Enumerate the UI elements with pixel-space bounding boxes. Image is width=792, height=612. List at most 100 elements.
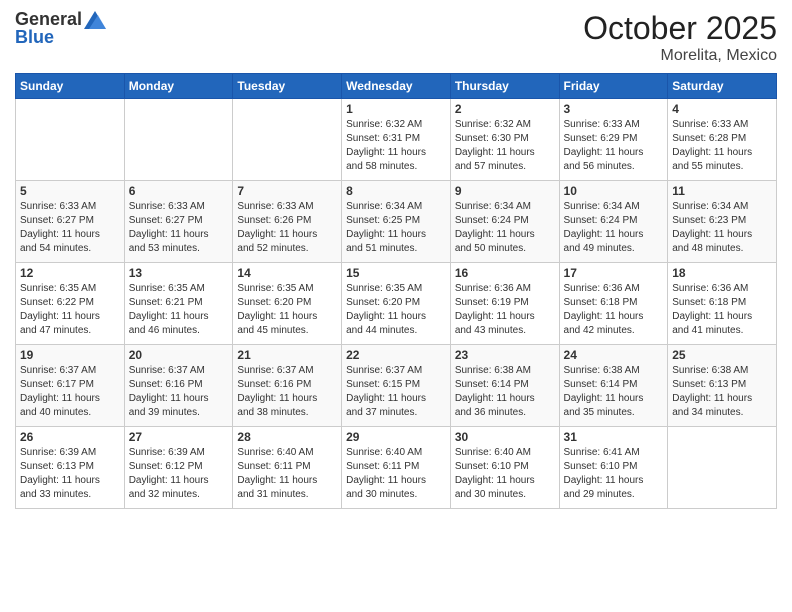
calendar-day-cell: 11Sunrise: 6:34 AMSunset: 6:23 PMDayligh… [668,181,777,263]
day-info-line: Sunset: 6:24 PM [564,214,664,228]
day-info-line: Sunset: 6:10 PM [455,460,555,474]
calendar-header-row: SundayMondayTuesdayWednesdayThursdayFrid… [16,74,777,99]
day-info-line: Sunset: 6:12 PM [129,460,229,474]
calendar-day-cell: 4Sunrise: 6:33 AMSunset: 6:28 PMDaylight… [668,99,777,181]
calendar-week-row: 1Sunrise: 6:32 AMSunset: 6:31 PMDaylight… [16,99,777,181]
day-info-line: Sunrise: 6:37 AM [237,364,337,378]
calendar-day-cell: 8Sunrise: 6:34 AMSunset: 6:25 PMDaylight… [342,181,451,263]
day-info-line: and 37 minutes. [346,406,446,420]
day-number: 22 [346,348,446,362]
day-info-line: Daylight: 11 hours [346,310,446,324]
day-info-line: Sunset: 6:31 PM [346,132,446,146]
calendar-day-cell: 2Sunrise: 6:32 AMSunset: 6:30 PMDaylight… [450,99,559,181]
day-info-line: Sunrise: 6:32 AM [346,118,446,132]
day-info-line: Sunrise: 6:33 AM [129,200,229,214]
day-info-line: Sunset: 6:27 PM [20,214,120,228]
day-info-line: Sunrise: 6:40 AM [346,446,446,460]
calendar-week-row: 26Sunrise: 6:39 AMSunset: 6:13 PMDayligh… [16,427,777,509]
day-number: 3 [564,102,664,116]
day-info-line: Sunset: 6:11 PM [237,460,337,474]
day-info-line: and 46 minutes. [129,324,229,338]
calendar-day-cell: 12Sunrise: 6:35 AMSunset: 6:22 PMDayligh… [16,263,125,345]
day-info-line: Sunset: 6:11 PM [346,460,446,474]
day-info-line: Daylight: 11 hours [346,228,446,242]
day-info-line: Sunrise: 6:38 AM [455,364,555,378]
calendar-day-cell: 17Sunrise: 6:36 AMSunset: 6:18 PMDayligh… [559,263,668,345]
day-info-line: Daylight: 11 hours [672,146,772,160]
day-info-line: Sunrise: 6:34 AM [672,200,772,214]
day-info-line: Sunset: 6:23 PM [672,214,772,228]
day-info-line: Sunrise: 6:40 AM [455,446,555,460]
day-number: 12 [20,266,120,280]
day-info-line: Sunrise: 6:37 AM [20,364,120,378]
calendar-day-cell: 21Sunrise: 6:37 AMSunset: 6:16 PMDayligh… [233,345,342,427]
day-number: 7 [237,184,337,198]
day-info-line: and 30 minutes. [455,488,555,502]
calendar-day-header: Sunday [16,74,125,99]
day-info-line: and 40 minutes. [20,406,120,420]
calendar-day-cell: 5Sunrise: 6:33 AMSunset: 6:27 PMDaylight… [16,181,125,263]
day-info-line: Sunrise: 6:33 AM [564,118,664,132]
day-info-line: Daylight: 11 hours [20,310,120,324]
day-info-line: and 47 minutes. [20,324,120,338]
day-info-line: and 29 minutes. [564,488,664,502]
day-info-line: Sunrise: 6:36 AM [564,282,664,296]
day-number: 5 [20,184,120,198]
day-info-line: Sunrise: 6:35 AM [20,282,120,296]
day-number: 14 [237,266,337,280]
calendar-day-cell: 25Sunrise: 6:38 AMSunset: 6:13 PMDayligh… [668,345,777,427]
day-number: 20 [129,348,229,362]
day-info-line: and 51 minutes. [346,242,446,256]
day-info-line: Daylight: 11 hours [564,392,664,406]
day-info-line: Daylight: 11 hours [129,228,229,242]
day-info-line: Sunrise: 6:32 AM [455,118,555,132]
calendar-day-cell [668,427,777,509]
calendar-day-header: Tuesday [233,74,342,99]
day-number: 25 [672,348,772,362]
day-info-line: and 57 minutes. [455,160,555,174]
calendar-day-cell [124,99,233,181]
day-info-line: Sunrise: 6:36 AM [672,282,772,296]
day-info-line: Sunrise: 6:39 AM [20,446,120,460]
calendar-day-cell: 28Sunrise: 6:40 AMSunset: 6:11 PMDayligh… [233,427,342,509]
day-number: 8 [346,184,446,198]
day-info-line: Daylight: 11 hours [455,146,555,160]
day-info-line: Sunset: 6:15 PM [346,378,446,392]
day-info-line: Sunset: 6:16 PM [129,378,229,392]
day-number: 27 [129,430,229,444]
day-info-line: and 39 minutes. [129,406,229,420]
day-info-line: Sunset: 6:30 PM [455,132,555,146]
calendar-day-cell: 20Sunrise: 6:37 AMSunset: 6:16 PMDayligh… [124,345,233,427]
day-info-line: Sunrise: 6:38 AM [564,364,664,378]
day-info-line: Sunrise: 6:34 AM [346,200,446,214]
day-number: 31 [564,430,664,444]
day-info-line: and 48 minutes. [672,242,772,256]
day-info-line: Sunrise: 6:34 AM [564,200,664,214]
day-number: 28 [237,430,337,444]
calendar-day-cell: 24Sunrise: 6:38 AMSunset: 6:14 PMDayligh… [559,345,668,427]
day-info-line: Daylight: 11 hours [129,474,229,488]
day-info-line: Sunrise: 6:39 AM [129,446,229,460]
header: General Blue October 2025 Morelita, Mexi… [15,10,777,65]
calendar: SundayMondayTuesdayWednesdayThursdayFrid… [15,73,777,509]
day-info-line: Sunset: 6:18 PM [672,296,772,310]
day-info-line: Sunset: 6:14 PM [455,378,555,392]
day-number: 16 [455,266,555,280]
day-number: 6 [129,184,229,198]
day-info-line: and 31 minutes. [237,488,337,502]
day-info-line: Sunrise: 6:35 AM [237,282,337,296]
logo-blue-text: Blue [15,28,106,48]
day-info-line: Daylight: 11 hours [564,474,664,488]
day-info-line: and 49 minutes. [564,242,664,256]
day-info-line: and 53 minutes. [129,242,229,256]
calendar-day-header: Monday [124,74,233,99]
day-number: 19 [20,348,120,362]
day-info-line: Sunset: 6:14 PM [564,378,664,392]
day-info-line: and 54 minutes. [20,242,120,256]
calendar-day-cell: 29Sunrise: 6:40 AMSunset: 6:11 PMDayligh… [342,427,451,509]
calendar-day-cell: 7Sunrise: 6:33 AMSunset: 6:26 PMDaylight… [233,181,342,263]
day-info-line: Sunset: 6:26 PM [237,214,337,228]
day-info-line: Sunrise: 6:33 AM [237,200,337,214]
calendar-day-cell: 14Sunrise: 6:35 AMSunset: 6:20 PMDayligh… [233,263,342,345]
day-info-line: Sunrise: 6:34 AM [455,200,555,214]
